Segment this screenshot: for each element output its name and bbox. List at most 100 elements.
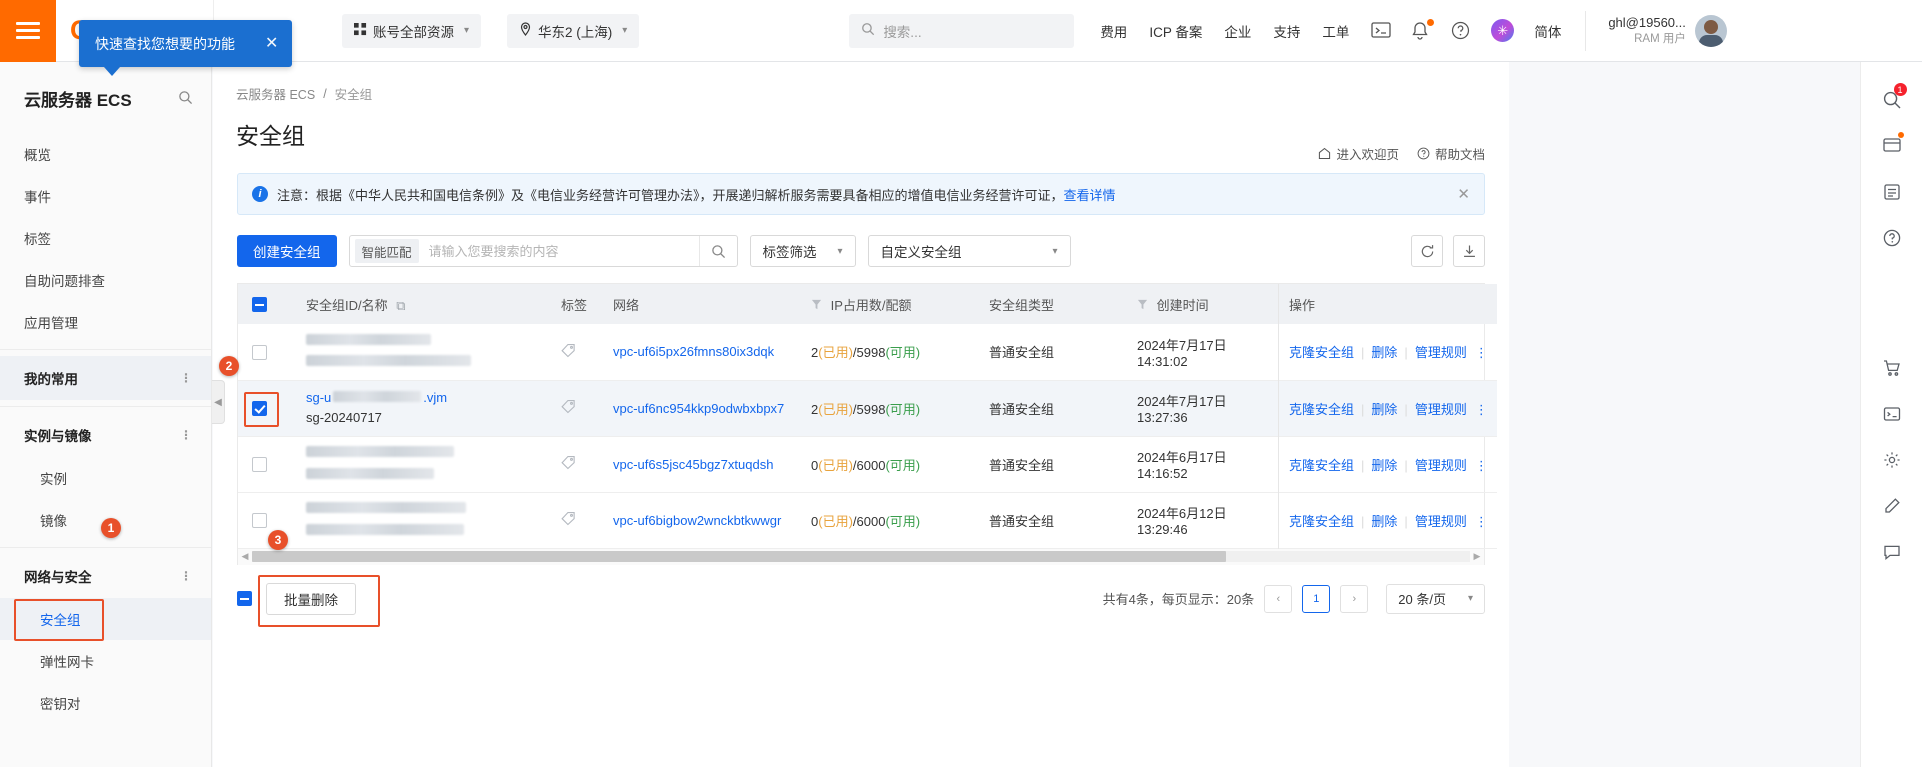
help-circle-icon[interactable] xyxy=(1451,21,1471,41)
clone-security-group-link[interactable]: 克隆安全组 xyxy=(1289,345,1354,360)
clone-security-group-link[interactable]: 克隆安全组 xyxy=(1289,458,1354,473)
sidebar-item-key-pairs[interactable]: 密钥对 xyxy=(0,682,211,724)
user-account-menu[interactable]: ghl@19560... RAM 用户 xyxy=(1585,11,1727,51)
scrollbar-track[interactable] xyxy=(252,551,1470,562)
nav-link-fee[interactable]: 费用 xyxy=(1100,21,1127,41)
help-doc-link[interactable]: 帮助文档 xyxy=(1417,144,1485,163)
more-options-icon[interactable]: ⋮ xyxy=(1475,514,1489,529)
table-row[interactable]: sg-u.vjm sg-20240717 vpc-uf6nc954kkp9odw… xyxy=(238,380,1497,436)
more-options-icon[interactable]: ⋮ xyxy=(180,428,193,442)
refresh-icon[interactable] xyxy=(1411,235,1443,267)
manage-rules-link[interactable]: 管理规则 xyxy=(1415,345,1467,360)
manage-rules-link[interactable]: 管理规则 xyxy=(1415,514,1467,529)
delete-link[interactable]: 删除 xyxy=(1371,345,1397,360)
row-checkbox[interactable] xyxy=(252,401,267,416)
sidebar-item-tags[interactable]: 标签 xyxy=(0,217,211,259)
tag-icon[interactable] xyxy=(561,458,576,473)
chat-support-icon[interactable] xyxy=(1872,532,1912,572)
cloudshell-icon[interactable] xyxy=(1371,21,1391,41)
create-security-group-button[interactable]: 创建安全组 xyxy=(237,235,337,267)
gear-icon[interactable] xyxy=(1872,440,1912,480)
delete-link[interactable]: 删除 xyxy=(1371,402,1397,417)
sidebar-item-self-diagnosis[interactable]: 自助问题排查 xyxy=(0,259,211,301)
tag-icon[interactable] xyxy=(561,514,576,529)
notification-bell-icon[interactable] xyxy=(1411,21,1431,41)
security-group-id-link[interactable]: sg-u.vjm xyxy=(306,390,447,405)
sidebar-item-security-groups[interactable]: 安全组 xyxy=(0,598,211,640)
hamburger-icon[interactable] xyxy=(0,0,56,62)
footer-select-all-checkbox[interactable] xyxy=(237,591,252,606)
feedback-pencil-icon[interactable] xyxy=(1872,486,1912,526)
select-all-checkbox[interactable] xyxy=(252,297,267,312)
copy-icon[interactable]: ⧉ xyxy=(396,298,405,313)
security-group-type-select[interactable]: 自定义安全组 ▾ xyxy=(868,235,1071,267)
pagination-page-1[interactable]: 1 xyxy=(1302,585,1330,613)
more-options-icon[interactable]: ⋮ xyxy=(1475,458,1489,473)
network-link[interactable]: vpc-uf6bigbow2wnckbtkwwgr xyxy=(613,513,781,528)
pagination-next-button[interactable]: › xyxy=(1340,585,1368,613)
clone-security-group-link[interactable]: 克隆安全组 xyxy=(1289,514,1354,529)
ai-assistant-icon[interactable]: ✳ xyxy=(1491,19,1514,42)
breadcrumb-root[interactable]: 云服务器 ECS xyxy=(236,84,315,103)
sidebar-item-app-management[interactable]: 应用管理 xyxy=(0,301,211,343)
more-options-icon[interactable]: ⋮ xyxy=(180,371,193,385)
table-horizontal-scrollbar[interactable]: ◀ ▶ xyxy=(237,549,1485,565)
close-icon[interactable]: ✕ xyxy=(265,36,278,52)
filter-funnel-icon[interactable] xyxy=(811,298,826,313)
batch-delete-button[interactable]: 批量删除 xyxy=(266,583,356,615)
shopping-cart-icon[interactable] xyxy=(1872,348,1912,388)
nav-link-icp[interactable]: ICP 备案 xyxy=(1149,21,1202,41)
network-link[interactable]: vpc-uf6i5px26fmns80ix3dqk xyxy=(613,344,774,359)
scroll-right-arrow-icon[interactable]: ▶ xyxy=(1470,551,1484,562)
manage-rules-link[interactable]: 管理规则 xyxy=(1415,458,1467,473)
help-circle-icon[interactable] xyxy=(1872,218,1912,258)
global-search-input[interactable]: 搜索... xyxy=(849,14,1074,48)
sidebar-group-network-security[interactable]: 网络与安全 ⋮ xyxy=(0,554,211,598)
notice-detail-link[interactable]: 查看详情 xyxy=(1064,185,1116,204)
tag-filter-select[interactable]: 标签筛选 ▾ xyxy=(750,235,856,267)
sidebar-collapse-handle[interactable]: ◀ xyxy=(212,380,225,424)
page-size-select[interactable]: 20 条/页 ▾ xyxy=(1386,584,1485,614)
more-options-icon[interactable]: ⋮ xyxy=(180,569,193,583)
sidebar-item-events[interactable]: 事件 xyxy=(0,175,211,217)
sidebar-item-instances[interactable]: 实例 xyxy=(0,457,211,499)
workbench-icon[interactable] xyxy=(1872,394,1912,434)
pagination-prev-button[interactable]: ‹ xyxy=(1264,585,1292,613)
sidebar-item-enis[interactable]: 弹性网卡 xyxy=(0,640,211,682)
tag-icon[interactable] xyxy=(561,402,576,417)
filter-funnel-icon[interactable] xyxy=(1137,298,1152,313)
more-options-icon[interactable]: ⋮ xyxy=(1475,402,1489,417)
table-row[interactable]: vpc-uf6bigbow2wnckbtkwwgr 0(已用)/6000(可用)… xyxy=(238,492,1497,548)
scroll-left-arrow-icon[interactable]: ◀ xyxy=(238,551,252,562)
row-checkbox[interactable] xyxy=(252,513,267,528)
clone-security-group-link[interactable]: 克隆安全组 xyxy=(1289,402,1354,417)
row-checkbox[interactable] xyxy=(252,457,267,472)
scrollbar-thumb[interactable] xyxy=(252,551,1226,562)
smart-match-tag[interactable]: 智能匹配 xyxy=(355,239,419,263)
delete-link[interactable]: 删除 xyxy=(1371,458,1397,473)
console-overview-icon[interactable] xyxy=(1872,126,1912,166)
network-link[interactable]: vpc-uf6nc954kkp9odwbxbpx7 xyxy=(613,401,784,416)
nav-link-support[interactable]: 支持 xyxy=(1273,21,1300,41)
row-checkbox[interactable] xyxy=(252,345,267,360)
table-row[interactable]: vpc-uf6i5px26fmns80ix3dqk 2(已用)/5998(可用)… xyxy=(238,324,1497,380)
sidebar-group-my-favorites[interactable]: 我的常用 ⋮ xyxy=(0,356,211,400)
search-input[interactable] xyxy=(419,236,699,266)
search-icon[interactable] xyxy=(699,236,737,266)
close-icon[interactable]: ✕ xyxy=(1457,185,1470,203)
search-icon[interactable]: 1 xyxy=(1872,80,1912,120)
nav-link-enterprise[interactable]: 企业 xyxy=(1224,21,1251,41)
manage-rules-link[interactable]: 管理规则 xyxy=(1415,402,1467,417)
resource-scope-selector[interactable]: 账号全部资源 ▾ xyxy=(342,14,481,48)
language-switcher[interactable]: 简体 xyxy=(1534,21,1561,41)
notes-icon[interactable] xyxy=(1872,172,1912,212)
network-link[interactable]: vpc-uf6s5jsc45bgz7xtuqdsh xyxy=(613,457,773,472)
region-selector[interactable]: 华东2 (上海) ▾ xyxy=(507,14,639,48)
nav-link-ticket[interactable]: 工单 xyxy=(1322,21,1349,41)
more-options-icon[interactable]: ⋮ xyxy=(1475,345,1489,360)
tag-icon[interactable] xyxy=(561,346,576,361)
table-row[interactable]: vpc-uf6s5jsc45bgz7xtuqdsh 0(已用)/6000(可用)… xyxy=(238,436,1497,492)
delete-link[interactable]: 删除 xyxy=(1371,514,1397,529)
sidebar-item-overview[interactable]: 概览 xyxy=(0,133,211,175)
search-icon[interactable] xyxy=(178,90,193,108)
